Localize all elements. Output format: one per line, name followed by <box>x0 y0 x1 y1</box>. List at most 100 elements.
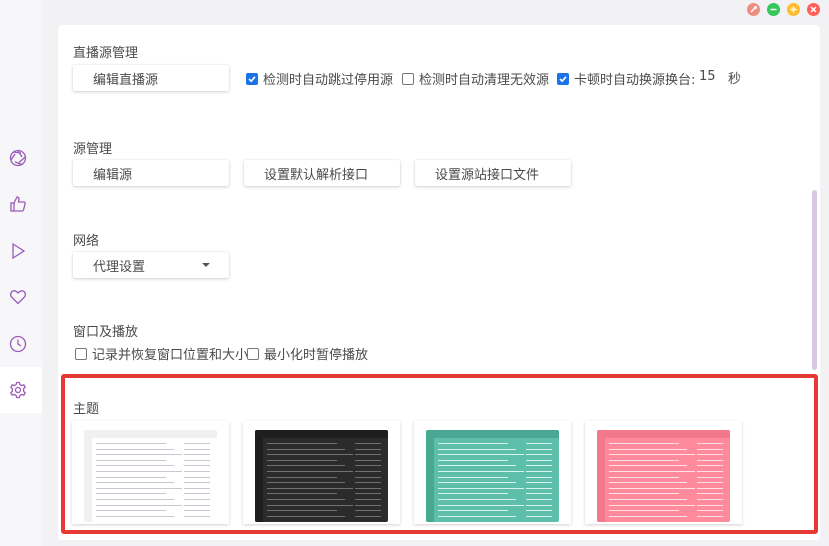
checkbox-box <box>402 72 414 85</box>
preview-cell <box>697 504 723 506</box>
preview-cell <box>526 443 552 444</box>
skip-disabled-label: 检测时自动跳过停用源 <box>263 73 394 88</box>
minimize-button[interactable] <box>767 3 780 16</box>
play-icon[interactable] <box>8 241 28 261</box>
theme-title: 主题 <box>73 402 100 417</box>
preview-row <box>267 504 353 506</box>
preview-row <box>438 454 524 456</box>
preview-cell <box>526 510 552 512</box>
theme-preview <box>426 430 559 522</box>
clean-invalid-label: 检测时自动清理无效源 <box>419 73 550 88</box>
preview-header <box>426 430 559 438</box>
preview-header <box>255 430 388 438</box>
theme-option-pink[interactable] <box>585 421 742 524</box>
sidebar <box>0 0 42 546</box>
preview-cell <box>184 487 210 489</box>
remember-window-checkbox[interactable]: 记录并恢复窗口位置和大小 <box>75 344 248 363</box>
preview-cell <box>184 515 210 517</box>
seconds-unit: 秒 <box>728 72 742 87</box>
preview-row <box>96 504 182 506</box>
preview-row <box>438 471 524 472</box>
preview-cell <box>355 482 381 484</box>
pin-button[interactable] <box>747 3 760 16</box>
thumbs-up-icon[interactable] <box>8 194 28 214</box>
preview-cell <box>184 476 210 478</box>
edit-source-button[interactable]: 编辑源 <box>73 160 229 186</box>
preview-row <box>438 448 516 450</box>
preview-row <box>438 499 516 500</box>
preview-row <box>96 510 166 512</box>
caret-down-icon <box>202 263 210 267</box>
preview-cell <box>697 510 723 512</box>
preview-cell <box>355 443 381 444</box>
close-button[interactable] <box>807 3 820 16</box>
preview-cell <box>526 504 552 506</box>
preview-row <box>609 476 679 478</box>
skip-disabled-checkbox[interactable]: 检测时自动跳过停用源 <box>246 69 393 88</box>
preview-cell <box>355 476 381 478</box>
theme-option-dark[interactable] <box>243 421 400 524</box>
checkbox-box <box>75 347 87 360</box>
set-default-parser-button[interactable]: 设置默认解析接口 <box>244 160 400 186</box>
preview-row <box>609 443 679 444</box>
preview-sidebar <box>84 438 92 522</box>
clean-invalid-checkbox[interactable]: 检测时自动清理无效源 <box>402 69 549 88</box>
pause-minimized-label: 最小化时暂停播放 <box>264 348 369 363</box>
theme-option-light[interactable] <box>72 421 229 524</box>
preview-cell <box>526 499 552 500</box>
preview-cell <box>697 499 723 500</box>
preview-sidebar <box>255 438 263 522</box>
edit-live-source-button[interactable]: 编辑直播源 <box>73 65 229 91</box>
seconds-input[interactable]: 15 <box>699 69 716 84</box>
set-site-interface-file-button[interactable]: 设置源站接口文件 <box>415 160 571 186</box>
scrollbar-thumb[interactable] <box>812 190 817 370</box>
preview-row <box>438 504 524 506</box>
preview-cell <box>184 443 210 444</box>
window-playback-title: 窗口及播放 <box>73 325 139 340</box>
clock-icon[interactable] <box>8 334 28 354</box>
live-source-title: 直播源管理 <box>73 46 139 61</box>
checkbox-box <box>246 72 258 85</box>
preview-row <box>267 510 337 512</box>
aperture-icon[interactable] <box>8 148 28 168</box>
preview-row <box>96 471 182 472</box>
preview-cell <box>526 448 552 450</box>
preview-cell <box>184 504 210 506</box>
preview-cell <box>184 493 210 495</box>
heart-icon[interactable] <box>8 287 28 307</box>
preview-cell <box>526 482 552 484</box>
sidebar-item-settings[interactable] <box>0 367 42 413</box>
preview-cell <box>184 499 210 500</box>
preview-cell <box>526 454 552 456</box>
preview-row <box>438 465 516 467</box>
preview-cell <box>355 493 381 495</box>
preview-row <box>267 493 337 495</box>
preview-cell <box>184 482 210 484</box>
source-mgmt-title: 源管理 <box>73 142 113 157</box>
theme-option-green[interactable] <box>414 421 571 524</box>
preview-cell <box>697 515 723 517</box>
preview-row <box>267 471 353 472</box>
preview-cell <box>697 493 723 495</box>
preview-row <box>438 493 508 495</box>
maximize-button[interactable] <box>787 3 800 16</box>
preview-cell <box>355 499 381 500</box>
preview-row <box>438 476 508 478</box>
preview-row <box>609 454 695 456</box>
preview-row <box>96 487 182 489</box>
preview-cell <box>355 487 381 489</box>
network-title: 网络 <box>73 234 100 249</box>
preview-row <box>609 482 687 484</box>
proxy-settings-select[interactable]: 代理设置 <box>73 252 229 278</box>
auto-switch-checkbox[interactable]: 卡顿时自动换源换台: <box>557 69 695 88</box>
preview-cell <box>526 493 552 495</box>
preview-row <box>267 454 353 456</box>
preview-cell <box>355 515 381 517</box>
preview-row <box>267 459 337 461</box>
pause-minimized-checkbox[interactable]: 最小化时暂停播放 <box>247 344 368 363</box>
preview-row <box>96 448 174 450</box>
preview-row <box>267 499 345 500</box>
preview-row <box>438 459 508 461</box>
preview-row <box>267 443 337 444</box>
preview-cell <box>526 476 552 478</box>
